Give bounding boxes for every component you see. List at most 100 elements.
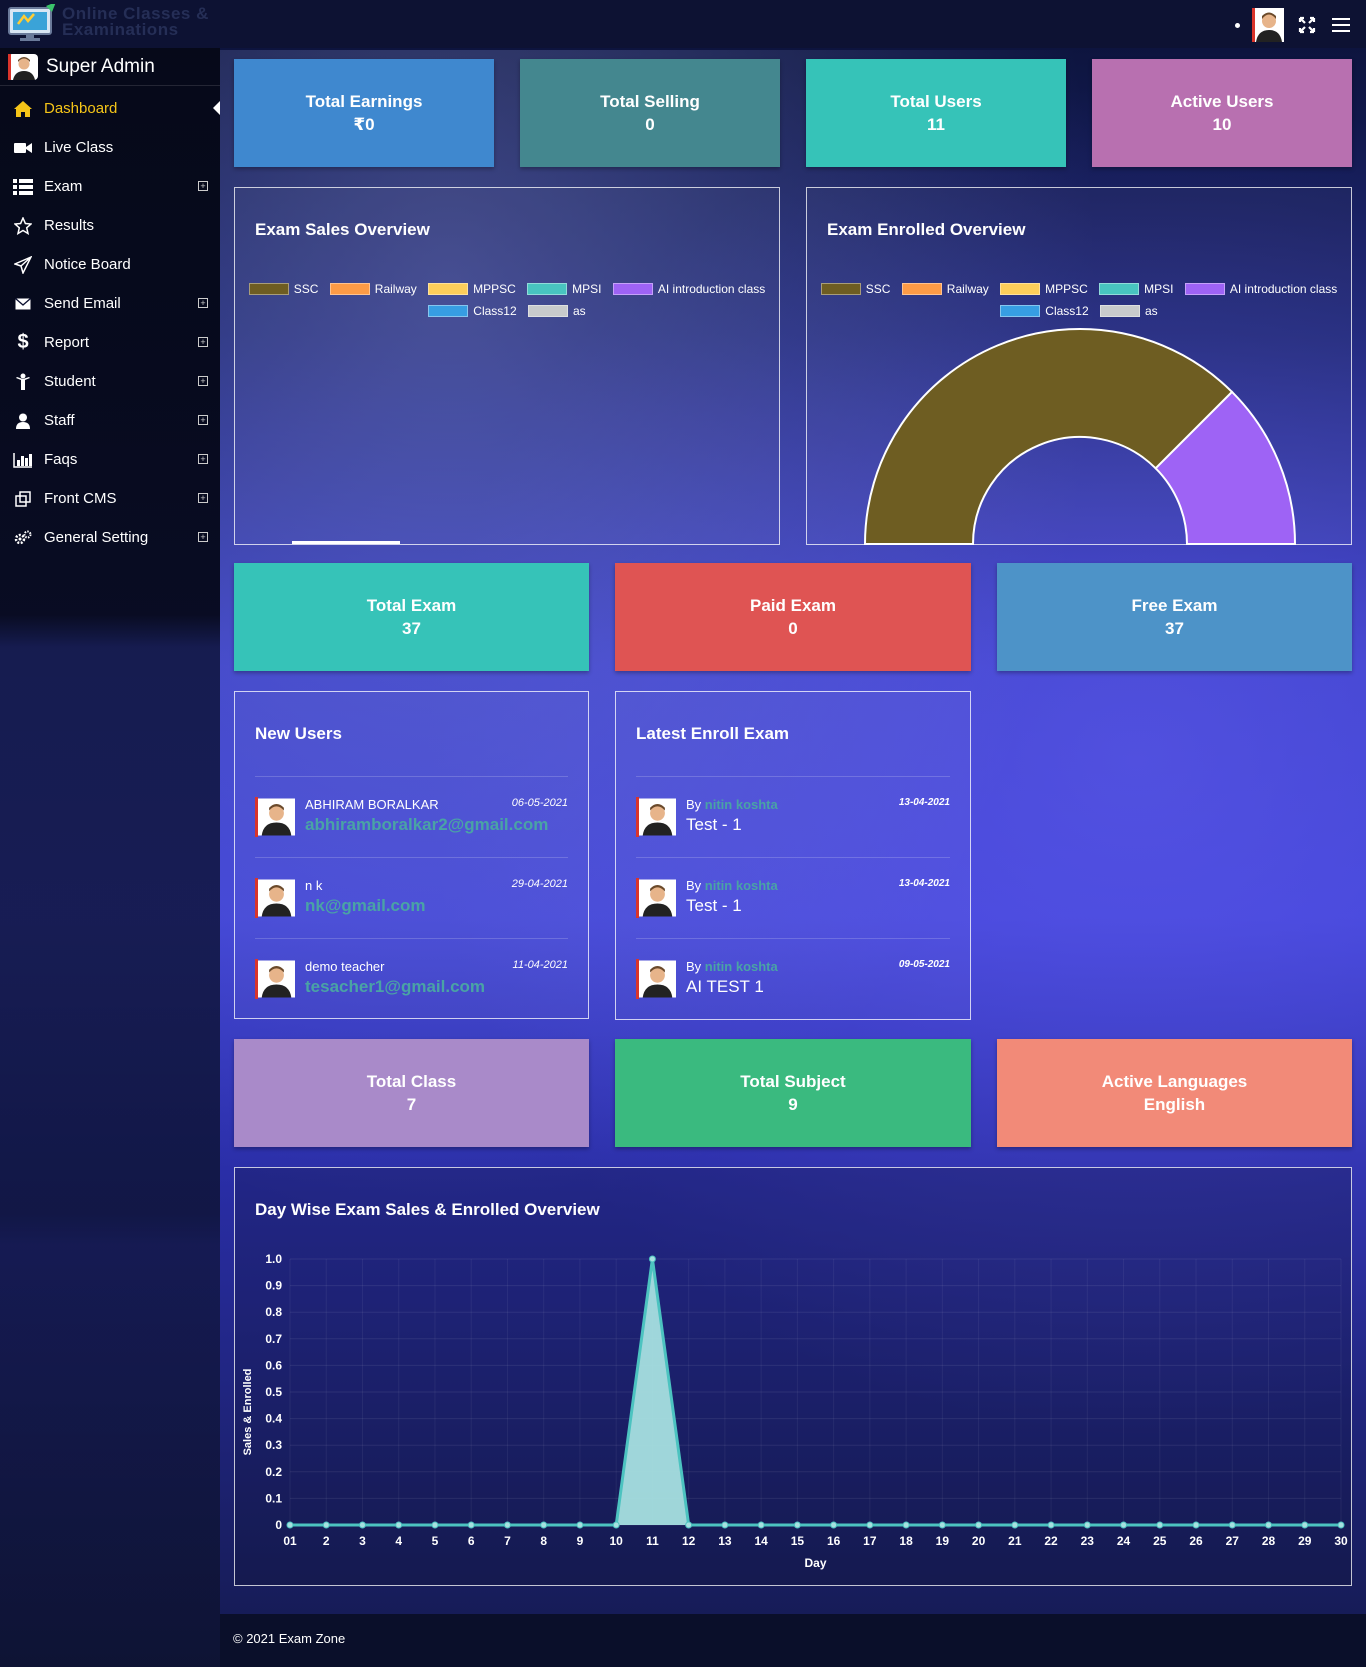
data-point[interactable] — [721, 1521, 729, 1529]
sidebar-item-exam[interactable]: Exam + — [0, 167, 220, 206]
data-point[interactable] — [1228, 1521, 1236, 1529]
x-tick-label: 16 — [827, 1534, 841, 1548]
day-wise-overview-panel: Day Wise Exam Sales & Enrolled Overview … — [234, 1167, 1352, 1586]
day-wise-area-chart: 00.10.20.30.40.50.60.70.80.91.001 2 3 4 5 6 7 8… — [242, 1252, 1348, 1570]
data-point[interactable] — [648, 1255, 656, 1263]
hamburger-menu-icon[interactable] — [1330, 14, 1352, 36]
sidebar-user[interactable]: Super Admin — [8, 54, 155, 80]
sidebar-item-send-email[interactable]: Send Email + — [0, 284, 220, 323]
list-item[interactable]: n k nk@gmail.com 29-04-2021 — [255, 857, 568, 938]
sidebar-item-general-setting[interactable]: General Setting + — [0, 518, 220, 557]
data-point[interactable] — [322, 1521, 330, 1529]
data-point[interactable] — [830, 1521, 838, 1529]
data-point[interactable] — [685, 1521, 693, 1529]
footer — [220, 1614, 1366, 1667]
sidebar-item-live-class[interactable]: Live Class — [0, 128, 220, 167]
x-tick-label: 3 — [359, 1534, 366, 1548]
stat-label: Active Languages — [1101, 1072, 1248, 1091]
list-item[interactable]: demo teacher tesacher1@gmail.com 11-04-2… — [255, 938, 568, 1019]
data-point[interactable] — [975, 1521, 983, 1529]
data-point[interactable] — [431, 1521, 439, 1529]
data-point[interactable] — [540, 1521, 548, 1529]
expand-icon[interactable]: + — [198, 493, 208, 503]
data-point[interactable] — [1083, 1521, 1091, 1529]
envelope-icon — [12, 294, 34, 314]
total-subject-card[interactable]: Total Subject 9 — [615, 1039, 971, 1147]
legend-item[interactable]: MPPSC — [428, 278, 516, 300]
list-item[interactable]: By nitin koshta Test - 1 13-04-2021 — [636, 857, 950, 938]
sidebar-item-student[interactable]: Student + — [0, 362, 220, 401]
donut-slice-ssc[interactable] — [863, 328, 1234, 545]
data-point[interactable] — [866, 1521, 874, 1529]
sidebar-item-notice-board[interactable]: Notice Board — [0, 245, 220, 284]
data-point[interactable] — [358, 1521, 366, 1529]
data-point[interactable] — [902, 1521, 910, 1529]
data-point[interactable] — [1192, 1521, 1200, 1529]
x-tick-label: 21 — [1008, 1534, 1022, 1548]
legend-item[interactable]: SSC — [248, 278, 318, 300]
expand-icon[interactable]: + — [198, 532, 208, 542]
user-email[interactable]: nk@gmail.com — [305, 896, 426, 916]
expand-icon[interactable]: + — [198, 337, 208, 347]
data-point[interactable] — [1265, 1521, 1273, 1529]
sidebar-item-faqs[interactable]: Faqs + — [0, 440, 220, 479]
data-point[interactable] — [467, 1521, 475, 1529]
data-point[interactable] — [1120, 1521, 1128, 1529]
sidebar-item-front-cms[interactable]: Front CMS + — [0, 479, 220, 518]
active-languages-card[interactable]: Active Languages English — [997, 1039, 1352, 1147]
total-users-card[interactable]: Total Users 11 — [806, 59, 1066, 167]
total-selling-card[interactable]: Total Selling 0 — [520, 59, 780, 167]
sidebar-item-label: Front CMS — [44, 490, 117, 507]
enroll-user-name[interactable]: nitin koshta — [705, 959, 778, 974]
data-point[interactable] — [576, 1521, 584, 1529]
sidebar-item-report[interactable]: $ Report + — [0, 323, 220, 362]
free-exam-card[interactable]: Free Exam 37 — [997, 563, 1352, 671]
monitor-logo-icon — [8, 4, 56, 41]
data-point[interactable] — [503, 1521, 511, 1529]
brand-logo[interactable]: Online Classes & Examinations — [4, 2, 214, 44]
expand-icon[interactable]: + — [198, 454, 208, 464]
legend-item[interactable]: AI introduction class — [612, 278, 765, 300]
data-point[interactable] — [757, 1521, 765, 1529]
data-point[interactable] — [1156, 1521, 1164, 1529]
user-avatar[interactable] — [1252, 8, 1284, 42]
expand-icon[interactable]: + — [198, 181, 208, 191]
x-tick-label: 01 — [283, 1534, 297, 1548]
active-users-card[interactable]: Active Users 10 — [1092, 59, 1352, 167]
paid-exam-card[interactable]: Paid Exam 0 — [615, 563, 971, 671]
enroll-user-name[interactable]: nitin koshta — [705, 797, 778, 812]
data-point[interactable] — [1011, 1521, 1019, 1529]
total-earnings-card[interactable]: Total Earnings ₹0 — [234, 59, 494, 167]
expand-icon[interactable]: + — [198, 415, 208, 425]
list-item[interactable]: By nitin koshta Test - 1 13-04-2021 — [636, 776, 950, 857]
data-point[interactable] — [938, 1521, 946, 1529]
user-email[interactable]: abhiramboralkar2@gmail.com — [305, 815, 548, 835]
expand-icon[interactable]: + — [198, 376, 208, 386]
sidebar-item-results[interactable]: Results — [0, 206, 220, 245]
data-point[interactable] — [1047, 1521, 1055, 1529]
data-point[interactable] — [793, 1521, 801, 1529]
legend-item[interactable]: MPSI — [527, 278, 602, 300]
stat-value: 10 — [1212, 115, 1232, 134]
expand-icon[interactable]: + — [198, 298, 208, 308]
legend-item[interactable]: Railway — [329, 278, 417, 300]
x-axis-label: Day — [804, 1556, 826, 1570]
legend-item[interactable]: as — [528, 300, 586, 322]
legend-item[interactable]: Class12 — [428, 300, 517, 322]
total-exam-card[interactable]: Total Exam 37 — [234, 563, 589, 671]
stat-label: Total Exam — [366, 596, 457, 615]
data-point[interactable] — [1301, 1521, 1309, 1529]
data-point[interactable] — [286, 1521, 294, 1529]
data-point[interactable] — [395, 1521, 403, 1529]
list-item[interactable]: By nitin koshta AI TEST 1 09-05-2021 — [636, 938, 950, 1019]
active-caret-icon — [213, 101, 220, 115]
sidebar-item-staff[interactable]: Staff + — [0, 401, 220, 440]
enroll-user-name[interactable]: nitin koshta — [705, 878, 778, 893]
list-item[interactable]: ABHIRAM BORALKAR abhiramboralkar2@gmail.… — [255, 776, 568, 857]
fullscreen-icon[interactable] — [1296, 14, 1318, 36]
data-point[interactable] — [1337, 1521, 1345, 1529]
data-point[interactable] — [612, 1521, 620, 1529]
total-class-card[interactable]: Total Class 7 — [234, 1039, 589, 1147]
sidebar-item-dashboard[interactable]: Dashboard — [0, 89, 220, 128]
user-email[interactable]: tesacher1@gmail.com — [305, 977, 485, 997]
